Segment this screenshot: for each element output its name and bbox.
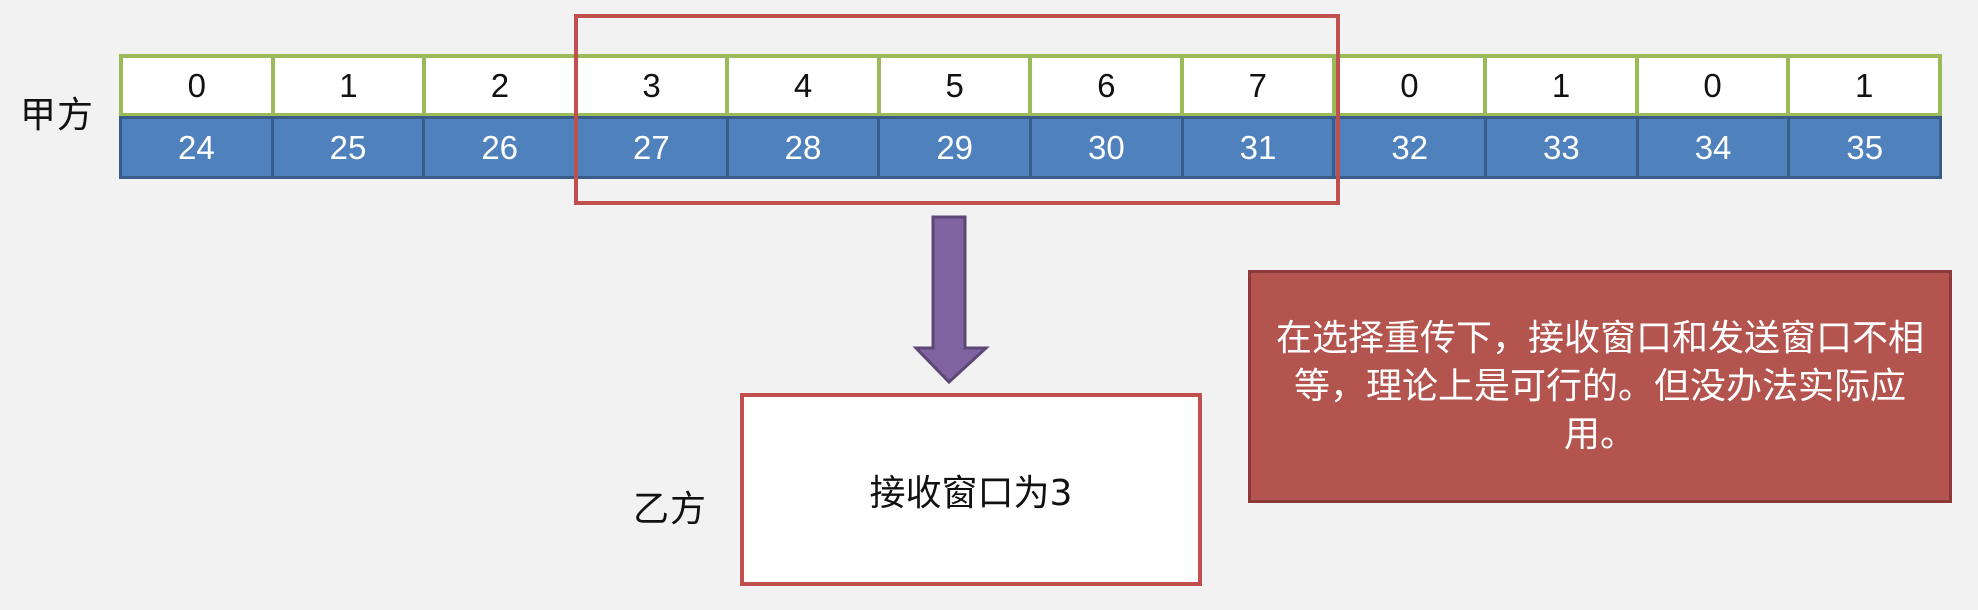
sequence-cell: 0 [1331, 54, 1488, 117]
frame-index-cell: 32 [1332, 116, 1488, 179]
receiver-label: 乙方 [633, 489, 708, 530]
sequence-cell: 0 [119, 54, 275, 117]
frame-index-cell: 24 [119, 116, 274, 179]
frame-index-cell: 34 [1635, 116, 1791, 179]
frame-index-cell: 26 [422, 116, 578, 179]
sequence-cell: 0 [1634, 54, 1791, 117]
send-window-highlight [574, 14, 1340, 205]
down-arrow-icon [912, 215, 990, 385]
frame-index-cell: 25 [270, 116, 426, 179]
down-arrow-shape [912, 215, 990, 385]
sequence-cell: 1 [270, 54, 427, 117]
receive-window-text: 接收窗口为3 [869, 472, 1073, 514]
sequence-cell: 2 [422, 54, 578, 117]
frame-index-cell: 33 [1484, 116, 1639, 179]
sequence-cell: 1 [1483, 54, 1639, 117]
frame-index-cell: 35 [1787, 116, 1943, 179]
note-text: 在选择重传下，接收窗口和发送窗口不相等，理论上是可行的。但没办法实际应用。 [1275, 317, 1924, 455]
sequence-cell: 1 [1786, 54, 1942, 117]
note-box: 在选择重传下，接收窗口和发送窗口不相等，理论上是可行的。但没办法实际应用。 [1248, 270, 1952, 503]
sender-label: 甲方 [20, 95, 95, 136]
receive-window-box: 接收窗口为3 [740, 393, 1202, 586]
